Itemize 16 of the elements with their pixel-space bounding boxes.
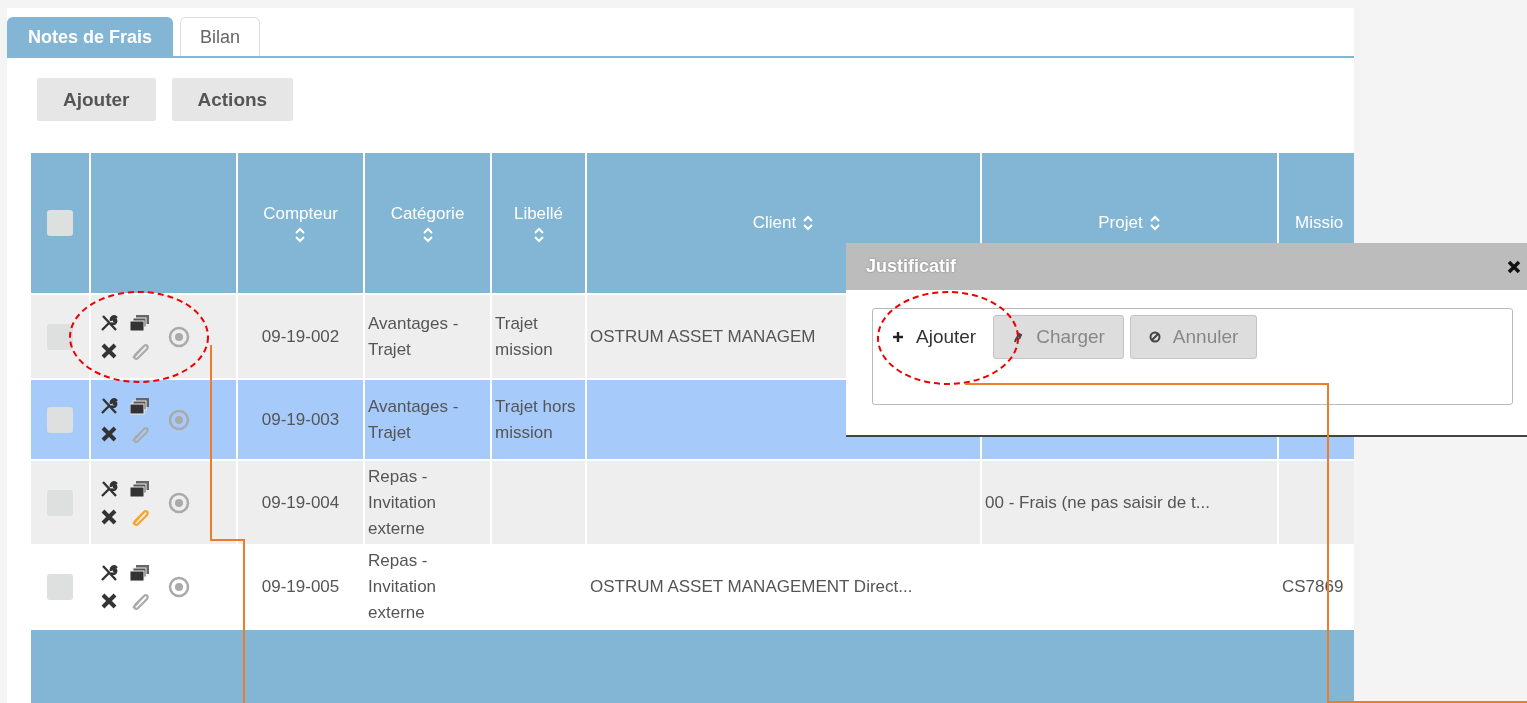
column-label: Projet — [1098, 213, 1143, 233]
table-cell: 09-19-003 — [238, 380, 363, 459]
table-cell: Avantages - Trajet — [365, 380, 490, 459]
table-cell: Repas - Invitation externe — [365, 461, 490, 544]
column-label: Client — [752, 213, 797, 233]
column-label: Missio — [1295, 213, 1344, 233]
table-cell: Trajet mission — [492, 295, 585, 378]
column-label: Libellé — [513, 203, 564, 224]
table-cell: Trajet hors mission — [492, 380, 585, 459]
table-cell: 09-19-002 — [238, 295, 363, 378]
table-cell: Avantages - Trajet — [365, 295, 490, 378]
dialog-title: Justificatif — [866, 256, 957, 277]
table-cell: 00 - Frais (ne pas saisir de t... — [982, 461, 1277, 544]
column-label: Compteur — [263, 203, 338, 224]
column-label: Catégorie — [390, 203, 465, 224]
table-cell: 09-19-004 — [238, 461, 363, 544]
